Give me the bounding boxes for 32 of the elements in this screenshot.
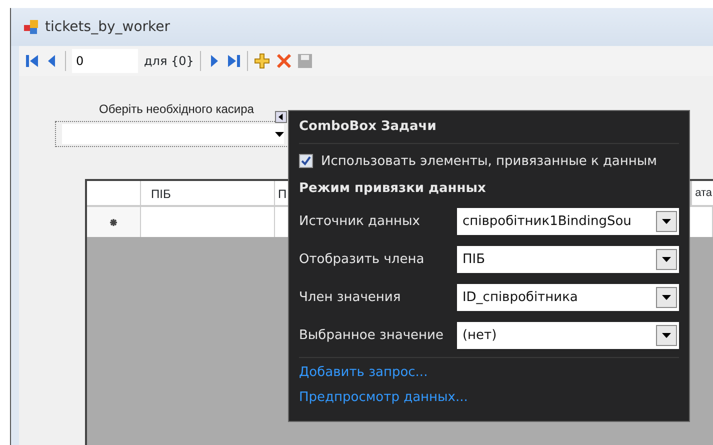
property-label: Член значения: [299, 288, 402, 307]
property-dropdown[interactable]: ID_співробітника: [457, 284, 679, 311]
task-link[interactable]: Предпросмотр данных...: [299, 385, 468, 410]
caret-icon: [275, 132, 284, 136]
column-header: ПІБ: [141, 181, 275, 205]
delete-icon[interactable]: [276, 53, 292, 69]
caret-icon: [662, 219, 671, 224]
property-label: Отобразить члена: [299, 250, 426, 269]
column-header: ата: [691, 181, 713, 205]
task-link[interactable]: Добавить запрос...: [299, 360, 428, 385]
caret-icon: [662, 257, 671, 262]
add-icon[interactable]: [254, 53, 270, 69]
last-record-icon[interactable]: [226, 54, 241, 68]
property-dropdown[interactable]: (нет): [457, 322, 679, 349]
smart-tag-icon[interactable]: [275, 111, 287, 123]
property-dropdown[interactable]: ПІБ: [457, 246, 679, 273]
window-title: tickets_by_worker: [45, 18, 170, 36]
property-label: Источник данных: [299, 212, 421, 231]
property-dropdown[interactable]: співробітник1BindingSou: [457, 208, 679, 235]
position-field[interactable]: 0: [72, 49, 138, 73]
record-count: для {0}: [144, 53, 194, 70]
new-row-icon: [110, 218, 117, 226]
section-heading: Режим привязки данных: [299, 180, 487, 198]
checkbox-label: Использовать элементы, привязанные к данным: [321, 152, 657, 170]
field-label: Оберіть необхідного касира: [99, 101, 254, 118]
first-record-icon[interactable]: [25, 54, 39, 68]
panel-title: ComboBox Задачи: [299, 117, 679, 144]
property-label: Выбранное значение: [299, 326, 445, 345]
checkbox[interactable]: [299, 154, 313, 168]
app-icon: [23, 19, 39, 35]
caret-icon: [662, 295, 671, 300]
caret-icon: [662, 333, 671, 338]
